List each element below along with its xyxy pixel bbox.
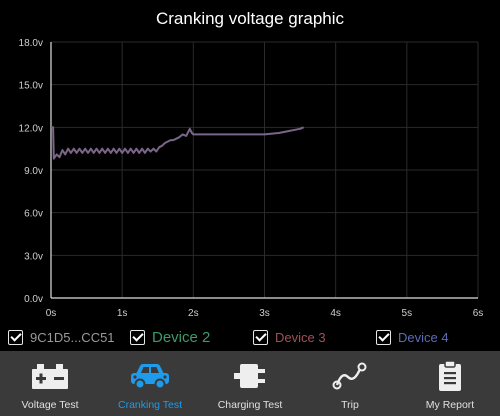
nav-item-voltage-test[interactable]: Voltage Test	[0, 351, 100, 416]
y-tick-label: 18.0v	[19, 38, 43, 49]
x-tick-label: 1s	[117, 308, 128, 319]
y-tick-label: 15.0v	[19, 81, 43, 92]
nav-label: My Report	[425, 399, 475, 411]
y-tick-label: 3.0v	[24, 251, 43, 262]
series-line	[51, 126, 304, 160]
legend: 9C1D5...CC51 Device 2 Device 3 Device 4	[0, 326, 500, 348]
nav-label: Voltage Test	[21, 399, 79, 411]
legend-label: 9C1D5...CC51	[30, 329, 115, 345]
x-tick-label: 3s	[259, 308, 270, 319]
nav-label: Charging Test	[217, 399, 283, 411]
checkbox-icon[interactable]	[8, 329, 23, 345]
legend-item-device-3[interactable]: Device 3	[253, 326, 326, 348]
route-icon	[328, 359, 372, 393]
x-tick-label: 5s	[402, 308, 413, 319]
checkbox-icon[interactable]	[376, 329, 391, 345]
y-tick-label: 9.0v	[24, 166, 43, 177]
nav-item-trip[interactable]: Trip	[300, 351, 400, 416]
x-tick-label: 6s	[473, 308, 484, 319]
y-tick-label: 12.0v	[19, 123, 43, 134]
x-tick-label: 2s	[188, 308, 199, 319]
x-tick-label: 4s	[330, 308, 341, 319]
x-tick-label: 0s	[46, 308, 57, 319]
nav-item-my-report[interactable]: My Report	[400, 351, 500, 416]
clipboard-icon	[428, 359, 472, 393]
nav-label: Cranking Test	[117, 399, 182, 411]
battery-icon	[28, 359, 72, 393]
cranking-voltage-chart: 0.0v 3.0v 6.0v 9.0v 12.0v 15.0v 18.0v 0s 1s 2s 3s 4…	[19, 38, 484, 319]
legend-label: Device 3	[275, 329, 326, 345]
checkbox-icon[interactable]	[130, 329, 145, 345]
plug-icon	[228, 359, 272, 393]
checkbox-icon[interactable]	[253, 329, 268, 345]
legend-item-device-1[interactable]: 9C1D5...CC51	[8, 326, 115, 348]
legend-item-device-2[interactable]: Device 2	[130, 326, 210, 348]
nav-item-charging-test[interactable]: Charging Test	[200, 351, 300, 416]
legend-label: Device 2	[152, 328, 211, 346]
car-icon	[128, 359, 172, 393]
nav-label: Trip	[341, 399, 359, 411]
legend-label: Device 4	[398, 329, 449, 345]
bottom-nav: Voltage Test Cranking Test Charging Test…	[0, 351, 500, 416]
legend-item-device-4[interactable]: Device 4	[376, 326, 449, 348]
nav-item-cranking-test[interactable]: Cranking Test	[100, 351, 200, 416]
y-tick-label: 0.0v	[24, 294, 43, 305]
y-tick-label: 6.0v	[24, 209, 43, 220]
